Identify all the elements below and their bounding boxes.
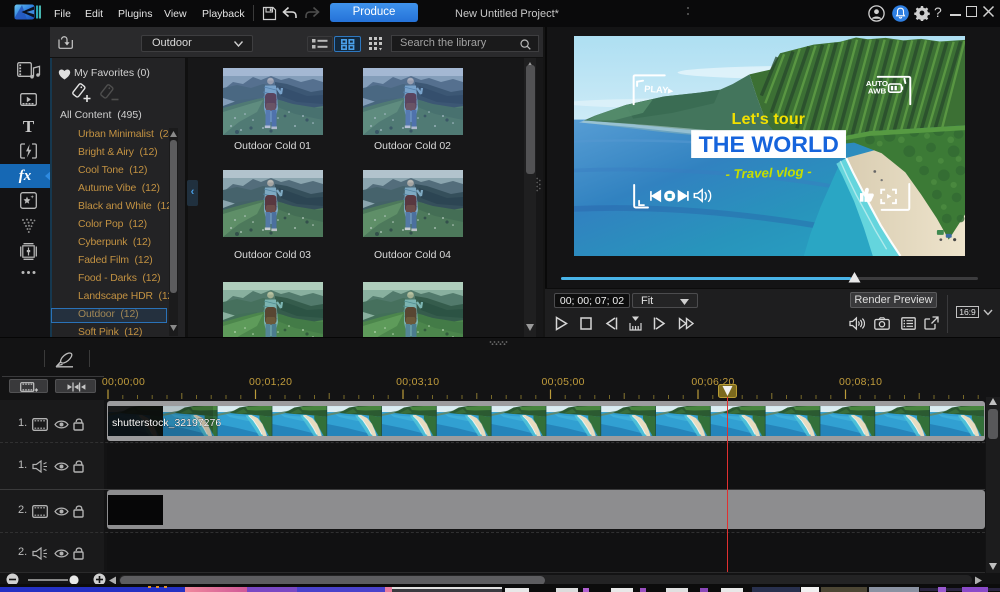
svg-text:AWB: AWB	[867, 87, 886, 96]
svg-text:- Travel vlog -: - Travel vlog -	[725, 164, 812, 182]
svg-text:THE WORLD: THE WORLD	[698, 132, 838, 158]
svg-text:PLAY▸: PLAY▸	[643, 84, 673, 96]
svg-text:Let's tour: Let's tour	[731, 110, 804, 128]
svg-text:shutterstock_32197276: shutterstock_32197276	[112, 417, 221, 429]
